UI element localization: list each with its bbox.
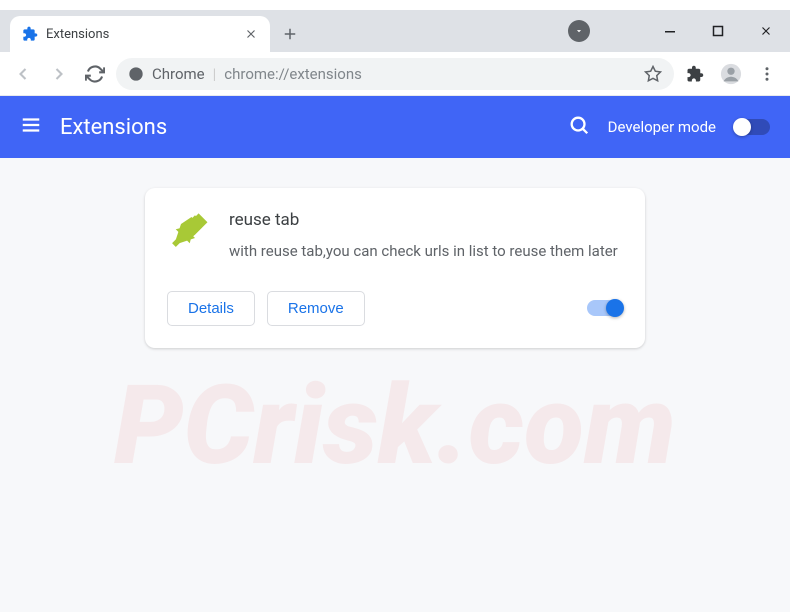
menu-button[interactable] — [752, 59, 782, 89]
remove-button[interactable]: Remove — [267, 291, 365, 326]
address-bar[interactable]: Chrome | chrome://extensions — [116, 58, 674, 90]
extension-name: reuse tab — [229, 210, 618, 230]
hamburger-menu-icon[interactable] — [20, 114, 42, 140]
omnibox-divider: | — [213, 65, 217, 83]
extensions-app-bar: Extensions Developer mode — [0, 96, 790, 158]
media-control-button[interactable] — [568, 20, 590, 42]
minimize-button[interactable] — [646, 10, 694, 52]
profile-button[interactable] — [716, 59, 746, 89]
forward-button[interactable] — [44, 59, 74, 89]
url-text: chrome://extensions — [224, 65, 362, 83]
browser-tab[interactable]: Extensions — [10, 16, 270, 52]
developer-mode-toggle[interactable] — [734, 119, 770, 135]
tab-strip: Extensions — [0, 10, 790, 52]
back-button[interactable] — [8, 59, 38, 89]
details-button[interactable]: Details — [167, 291, 255, 326]
extensions-content: PCrisk.com reuse tab with reuse tab,you … — [0, 158, 790, 612]
extension-card: reuse tab with reuse tab,you can check u… — [145, 188, 645, 348]
site-info-label: Chrome — [152, 65, 205, 83]
tab-title: Extensions — [46, 27, 236, 42]
extension-description: with reuse tab,you can check urls in lis… — [229, 240, 618, 263]
close-window-button[interactable] — [742, 10, 790, 52]
extension-enable-toggle[interactable] — [587, 300, 623, 316]
page-title: Extensions — [60, 115, 550, 140]
developer-mode-label: Developer mode — [608, 118, 716, 136]
chrome-icon — [128, 66, 144, 82]
browser-toolbar: Chrome | chrome://extensions — [0, 52, 790, 96]
close-tab-icon[interactable] — [244, 27, 258, 41]
maximize-button[interactable] — [694, 10, 742, 52]
new-tab-button[interactable] — [276, 20, 304, 48]
search-extensions-icon[interactable] — [568, 114, 590, 140]
extensions-button[interactable] — [680, 59, 710, 89]
extension-tab-icon — [22, 26, 38, 42]
bookmark-star-icon[interactable] — [644, 65, 662, 83]
window-controls — [646, 10, 790, 52]
window-titlebar — [0, 0, 790, 10]
extension-pin-icon — [167, 210, 209, 252]
reload-button[interactable] — [80, 59, 110, 89]
